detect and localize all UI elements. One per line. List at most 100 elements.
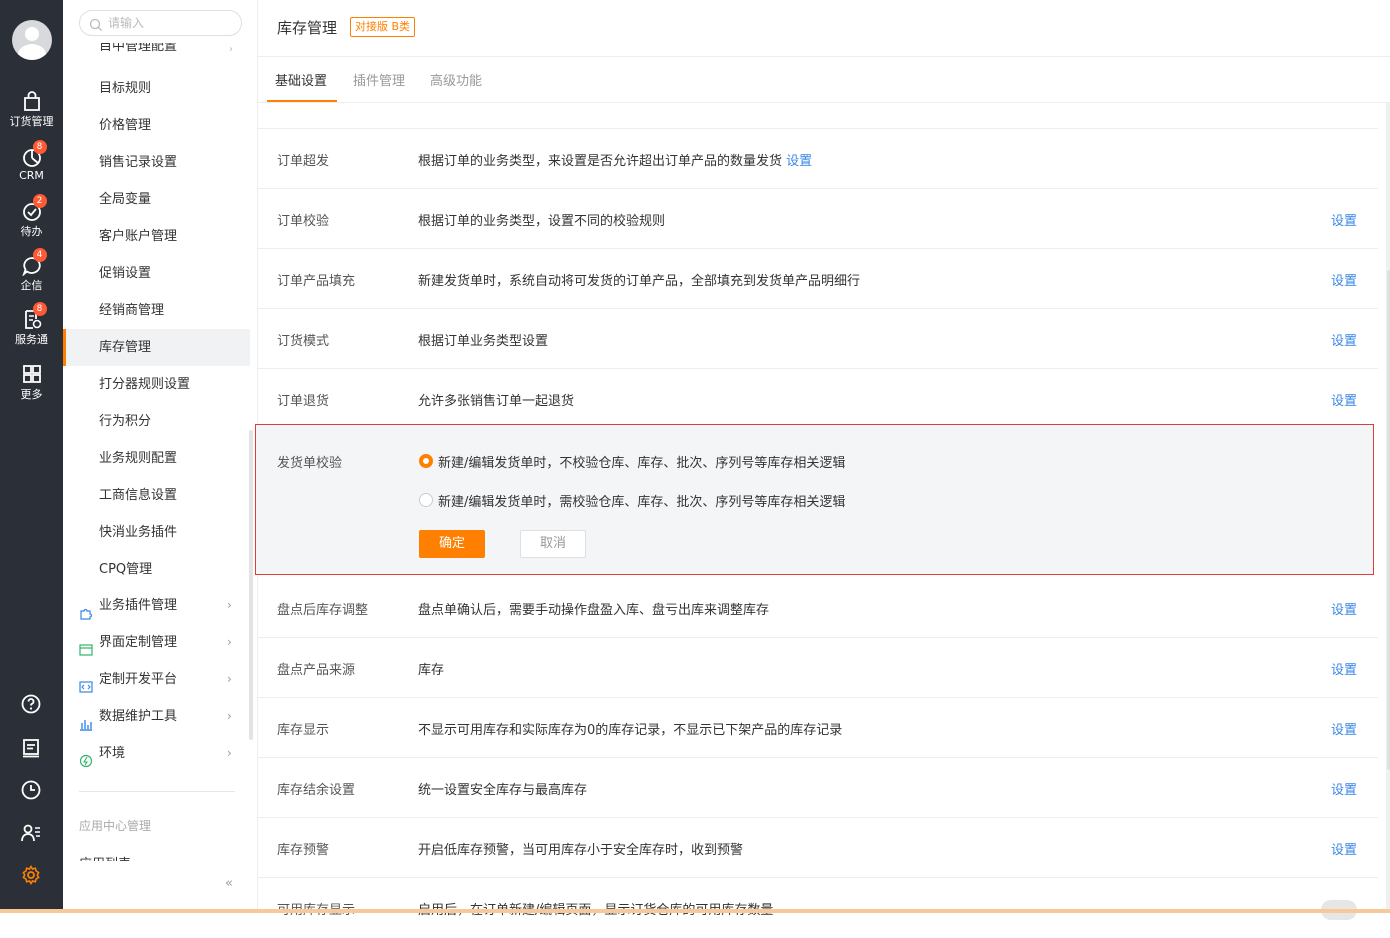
nav-item-cut[interactable]: 应用列表	[79, 853, 199, 861]
divider	[258, 102, 1390, 103]
rail-item-chat[interactable]: 4 企信	[0, 248, 63, 293]
settings-link[interactable]: 设置	[1331, 210, 1357, 229]
rail-label: 更多	[20, 388, 43, 401]
nav-item[interactable]: 打分器规则设置	[63, 366, 250, 403]
user-list-icon[interactable]	[20, 822, 44, 846]
setting-label: 订货模式	[277, 334, 330, 349]
help-icon[interactable]	[20, 693, 44, 717]
setting-desc: 根据订单业务类型设置	[418, 334, 549, 349]
nav-group-ui[interactable]: 界面定制管理 ›	[63, 624, 250, 661]
section-label: 应用中心管理	[79, 819, 152, 833]
avatar[interactable]	[12, 20, 52, 60]
setting-label: 库存结余设置	[277, 783, 356, 798]
rail-label: CRM	[19, 169, 44, 182]
nav-item[interactable]: 快消业务插件	[63, 514, 250, 551]
nav-group-label: 业务插件管理	[99, 598, 178, 613]
version-tag: 对接版 B类	[350, 17, 416, 37]
rail-item-more[interactable]: 更多	[0, 363, 63, 402]
app-rail: 订货管理 8 CRM 2 待办 4 企信 8 服务通 更多	[0, 0, 63, 913]
setting-row: 库存结余设置 统一设置安全库存与最高库存 设置	[258, 758, 1378, 818]
setting-row: 订单超发 根据订单的业务类型，来设置是否允许超出订单产品的数量发货 设置	[258, 129, 1378, 189]
nav-item[interactable]: 销售记录设置	[63, 144, 250, 181]
nav-item[interactable]: 行为积分	[63, 403, 250, 440]
notebook-icon[interactable]	[20, 737, 44, 761]
search-input[interactable]: 请输入	[79, 10, 242, 36]
settings-link[interactable]: 设置	[1331, 390, 1357, 409]
setting-desc: 开启低库存预警，当可用库存小于安全库存时，收到预警	[418, 843, 744, 858]
chevron-right-icon: ›	[229, 44, 233, 55]
search-placeholder: 请输入	[108, 16, 145, 30]
radio-check[interactable]	[419, 493, 433, 507]
nav-item[interactable]: 经销商管理	[63, 292, 250, 329]
nav-item[interactable]: 目标规则	[63, 70, 250, 107]
rail-label: 服务通	[15, 333, 48, 346]
settings-link[interactable]: 设置	[1331, 270, 1357, 289]
search-icon	[89, 16, 103, 31]
collapse-button[interactable]: «	[225, 876, 233, 891]
rail-item-service[interactable]: 8 服务通	[0, 302, 63, 347]
nav-item-cut[interactable]: 目中管理配置	[99, 43, 239, 57]
nav-item[interactable]: CPQ管理	[63, 551, 250, 588]
cancel-button[interactable]: 取消	[520, 530, 586, 558]
radio-no-check[interactable]	[419, 454, 433, 468]
settings-link[interactable]: 设置	[1331, 659, 1357, 678]
setting-desc: 根据订单的业务类型，设置不同的校验规则	[418, 214, 666, 229]
tab-advanced[interactable]: 高级功能	[430, 70, 482, 89]
nav-group-plugins[interactable]: 业务插件管理 ›	[63, 587, 250, 624]
settings-link[interactable]: 设置	[1331, 779, 1357, 798]
chevron-right-icon: ›	[227, 598, 232, 612]
plugin-icon	[79, 598, 93, 620]
nav-group-env[interactable]: 环境 ›	[63, 735, 250, 772]
badge: 2	[32, 194, 47, 208]
radio-label: 新建/编辑发货单时，不校验仓库、库存、批次、序列号等库存相关逻辑	[438, 456, 846, 471]
setting-link[interactable]: 设置	[786, 154, 812, 169]
badge: 8	[32, 140, 47, 154]
nav-item[interactable]: 客户账户管理	[63, 218, 250, 255]
grid-icon	[21, 363, 43, 385]
setting-label: 盘点产品来源	[277, 663, 356, 678]
setting-row: 库存预警 开启低库存预警，当可用库存小于安全库存时，收到预警 设置	[258, 818, 1378, 878]
layout-icon	[79, 635, 93, 656]
tab-basic[interactable]: 基础设置	[275, 70, 327, 89]
setting-label: 库存显示	[277, 723, 330, 738]
badge: 4	[32, 248, 47, 262]
clock-icon[interactable]	[20, 779, 44, 803]
settings-link[interactable]: 设置	[1331, 330, 1357, 349]
chevron-right-icon: ›	[227, 635, 232, 649]
nav-group-data[interactable]: 数据维护工具 ›	[63, 698, 250, 735]
nav-item-active[interactable]: 库存管理	[63, 329, 250, 366]
settings-link[interactable]: 设置	[1331, 599, 1357, 618]
setting-desc: 根据订单的业务类型，来设置是否允许超出订单产品的数量发货 设置	[418, 150, 812, 169]
setting-row: 库存显示 不显示可用库存和实际库存为0的库存记录，不显示已下架产品的库存记录 设…	[258, 698, 1378, 758]
setting-label: 发货单校验	[277, 456, 343, 471]
rail-item-todo[interactable]: 2 待办	[0, 194, 63, 239]
nav-item[interactable]: 业务规则配置	[63, 440, 250, 477]
setting-desc: 库存	[418, 663, 445, 678]
tab-plugins[interactable]: 插件管理	[353, 70, 405, 89]
nav-group-label: 定制开发平台	[99, 672, 178, 687]
settings-link[interactable]: 设置	[1331, 839, 1357, 858]
rail-item-order[interactable]: 订货管理	[0, 90, 63, 129]
rail-item-crm[interactable]: 8 CRM	[0, 140, 63, 182]
setting-row: 可用库存显示 启用后，在订单新建/编辑页面，显示订货仓库的可用库存数量	[258, 878, 1378, 938]
nav-item[interactable]: 价格管理	[63, 107, 250, 144]
delivery-check-editor: 发货单校验 新建/编辑发货单时，不校验仓库、库存、批次、序列号等库存相关逻辑 新…	[255, 424, 1374, 575]
scrollbar[interactable]	[249, 430, 253, 740]
setting-row: 订单退货 允许多张销售订单一起退货 设置	[258, 369, 1378, 429]
nav-item[interactable]: 全局变量	[63, 181, 250, 218]
badge: 8	[32, 302, 47, 316]
nav-group-label: 数据维护工具	[99, 709, 178, 724]
nav-group-label: 环境	[99, 746, 126, 761]
chevron-right-icon: ›	[227, 709, 232, 723]
setting-row: 盘点产品来源 库存 设置	[258, 638, 1378, 698]
setting-desc: 允许多张销售订单一起退货	[418, 394, 575, 409]
nav-group-dev[interactable]: 定制开发平台 ›	[63, 661, 250, 698]
setting-desc: 盘点单确认后，需要手动操作盘盈入库、盘亏出库来调整库存	[418, 603, 770, 618]
settings-gear-icon[interactable]	[20, 864, 44, 888]
setting-label: 盘点后库存调整	[277, 603, 369, 618]
settings-link[interactable]: 设置	[1331, 719, 1357, 738]
bottom-strip	[0, 909, 1390, 913]
nav-item[interactable]: 工商信息设置	[63, 477, 250, 514]
confirm-button[interactable]: 确定	[419, 530, 485, 558]
nav-item[interactable]: 促销设置	[63, 255, 250, 292]
